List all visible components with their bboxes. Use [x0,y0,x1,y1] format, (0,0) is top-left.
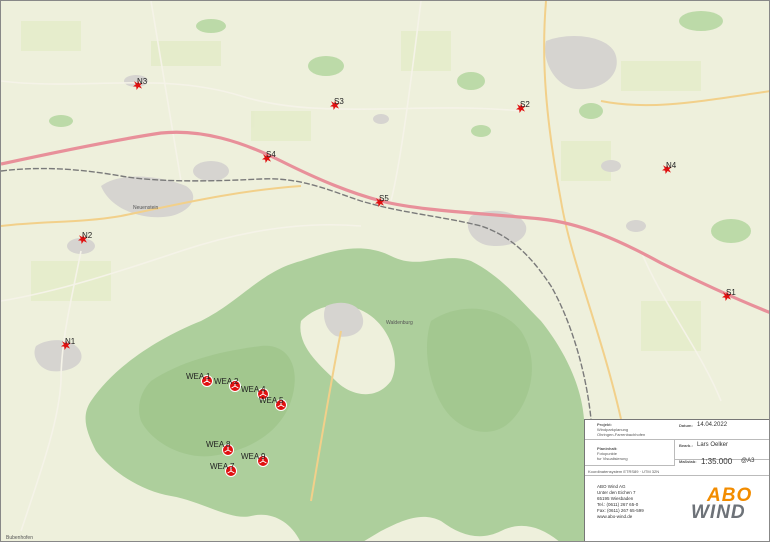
project-line-2: Ohringen-Farrenbachhofen [597,432,646,437]
abo-wind-logo-bottom: WIND [691,502,746,523]
crs-row: Koordinatensystem ETRS89 · UTM 32N [585,468,769,476]
scale-value: 1:35.000 [701,457,733,466]
svg-text:WEA 4: WEA 4 [241,385,266,394]
svg-text:WEA 1: WEA 1 [186,372,211,381]
svg-text:WEA 7: WEA 7 [210,462,235,471]
svg-text:S2: S2 [520,100,530,109]
svg-text:S4: S4 [266,150,276,159]
svg-text:WEA 8: WEA 8 [206,440,231,449]
svg-text:N3: N3 [137,77,148,86]
paper-value: @A3 [741,458,755,464]
svg-text:N1: N1 [65,337,76,346]
date-value: 14.04.2022 [697,422,728,428]
content-line-2: fur Visualisierung [597,456,628,461]
svg-text:WEA 2: WEA 2 [214,377,239,386]
svg-text:N2: N2 [82,231,93,240]
svg-text:S1: S1 [726,288,736,297]
crs-text: Koordinatensystem ETRS89 · UTM 32N [588,469,660,474]
place-waldenburg: Waldenburg [386,320,413,326]
place-neuenstein: Neuenstein [133,205,159,211]
svg-text:S3: S3 [334,97,344,106]
date-label: Datum: [679,423,693,428]
place-bubenhofen: Bubenhofen [6,535,33,541]
company-line-6: www.abo-wind.de [597,514,633,519]
svg-text:N4: N4 [666,161,677,170]
scale-row: Maßstab: 1:35.000 @A3 [675,447,769,467]
company-address: ABO Wind AG Unter den Eichen 7 65195 Wie… [597,484,644,520]
map-frame: Neuenstein Waldenburg Bubenhofen N3 S3 S… [0,0,770,542]
project-row: Projekt: Windparkplanung Ohringen-Farren… [585,420,769,440]
content-row: Planinhalt: Fotopunkte fur Visualisierun… [585,440,675,466]
svg-text:WEA 5: WEA 5 [259,396,284,405]
svg-text:S5: S5 [379,194,389,203]
scale-label: Maßstab: [679,459,697,464]
svg-text:WEA 9: WEA 9 [241,452,266,461]
